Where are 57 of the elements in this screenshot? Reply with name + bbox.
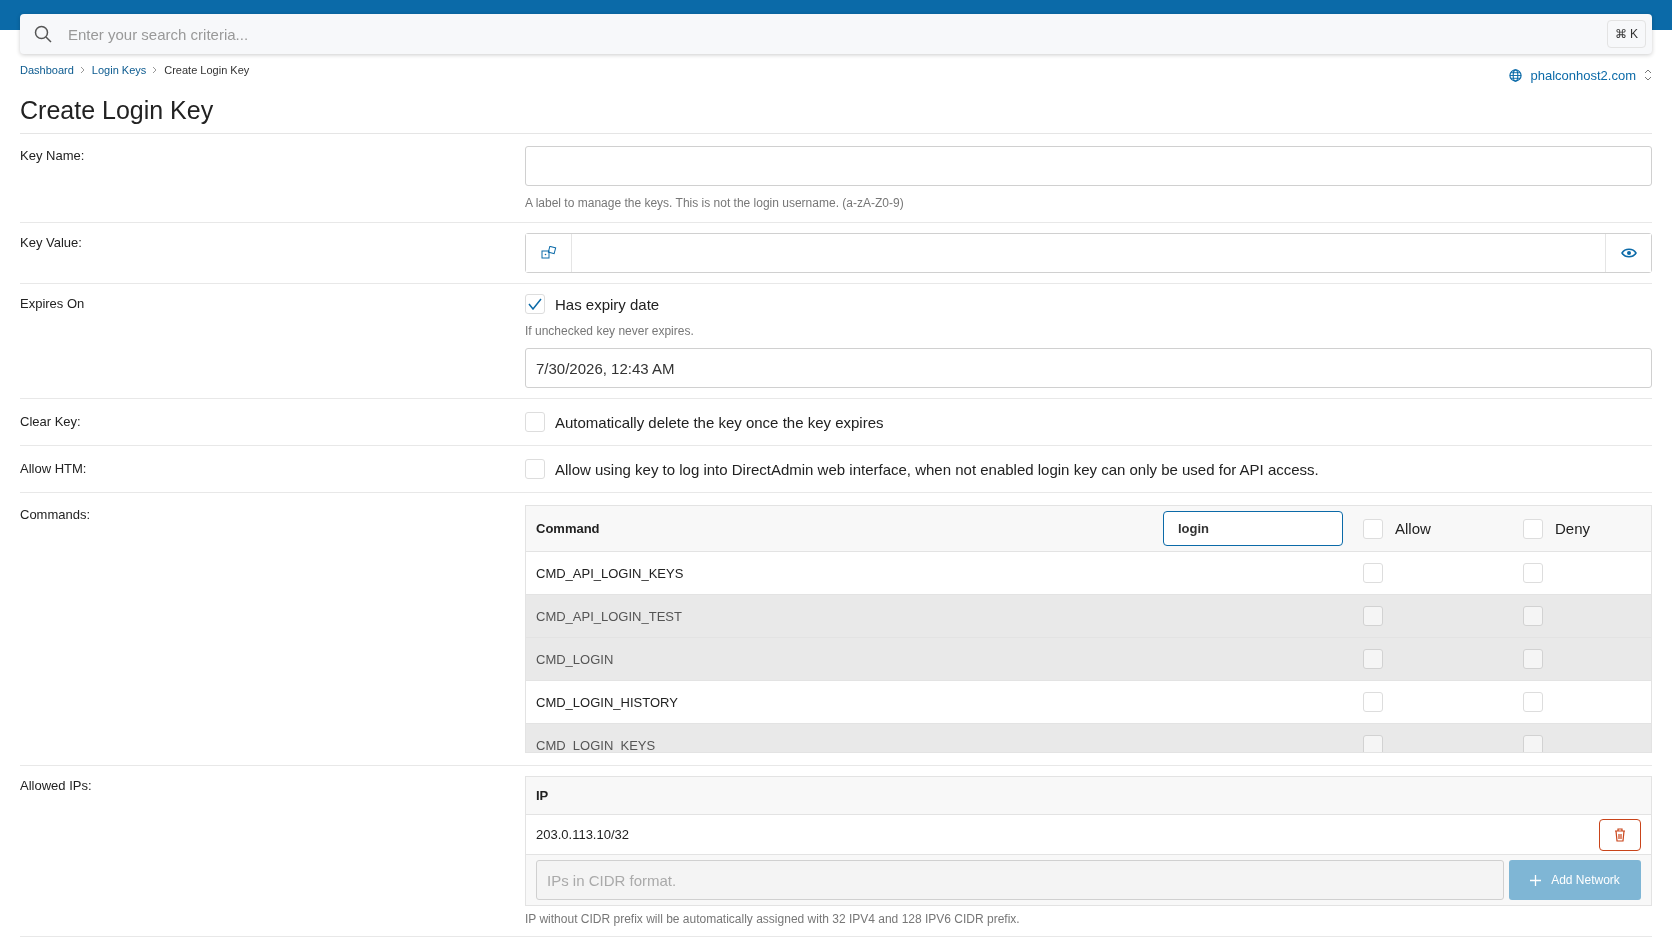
field-label: Commands: — [20, 506, 92, 522]
field-hint: A label to manage the keys. This is not the login username. (a-zA-Z0-9) — [525, 196, 905, 210]
search-field[interactable]: Enter your search criteria... ⌘ K — [20, 14, 1652, 54]
checkbox[interactable] — [1523, 563, 1543, 583]
checkbox-label: Automatically delete the key once the key expires — [555, 413, 884, 431]
column-header: Deny — [1555, 520, 1591, 537]
table-cell-text: CMD_API_LOGIN_KEYS — [536, 565, 685, 581]
key-name-input[interactable] — [525, 146, 1652, 186]
breadcrumb-link[interactable]: Dashboard — [20, 64, 74, 76]
cidr-input[interactable]: IPs in CIDR format. — [536, 860, 1504, 900]
column-header: Command — [536, 521, 601, 536]
page-title: Create Login Key — [20, 90, 1652, 134]
plus-icon — [1530, 874, 1542, 886]
field-label: Allow HTM: — [20, 460, 88, 476]
field-label: Key Name: — [20, 147, 86, 163]
shortcut-key: ⌘ K — [1606, 20, 1646, 48]
dice-icon — [540, 246, 557, 260]
search-icon — [34, 25, 52, 43]
checkbox-label: Has expiry date — [555, 295, 660, 313]
chevron-icon — [152, 66, 159, 74]
table-cell-text: CMD_LOGIN_KEYS — [536, 737, 657, 752]
field-label: Allowed IPs: — [20, 777, 93, 793]
show-button[interactable] — [1605, 234, 1651, 272]
column-header: Allow — [1395, 520, 1431, 537]
sort-icon — [1644, 69, 1652, 81]
checkbox[interactable] — [1523, 518, 1543, 539]
column-header: IP — [536, 788, 549, 803]
checkbox-label: Allow using key to log into DirectAdmin web interface, when not enabled login key can only be used for API access. — [555, 460, 1319, 478]
date-input[interactable]: 7/30/2026, 12:43 AM — [525, 348, 1652, 388]
table-cell-text: CMD_API_LOGIN_TEST — [536, 608, 683, 624]
field-hint: If unchecked key never expires. — [525, 324, 695, 338]
table-cell: 203.0.113.10/32 — [536, 827, 629, 842]
table-cell-text: CMD_LOGIN — [536, 651, 615, 667]
checkbox[interactable] — [1363, 518, 1383, 539]
field-hint: IP without CIDR prefix will be automatically assigned with 32 IPV4 and 128 IPV6 CIDR prefix. — [525, 912, 1021, 926]
checkbox[interactable] — [1363, 692, 1383, 712]
dice-button[interactable] — [526, 234, 572, 272]
trash-icon — [1614, 827, 1626, 842]
field-label: Expires On — [20, 295, 86, 311]
breadcrumb-link[interactable]: Login Keys — [91, 64, 147, 76]
delete-button[interactable] — [1599, 818, 1641, 851]
breadcrumb-current: Create Login Key — [164, 64, 250, 76]
chevron-icon — [79, 66, 86, 74]
globe-icon — [1509, 68, 1523, 82]
checkbox[interactable] — [1363, 563, 1383, 583]
checkbox[interactable] — [525, 459, 545, 479]
key-value-field[interactable] — [525, 233, 1652, 273]
search-input[interactable]: Enter your search criteria... — [66, 24, 1593, 44]
checkbox[interactable] — [525, 412, 545, 432]
filter-input[interactable]: login — [1163, 511, 1343, 546]
eye-icon — [1620, 247, 1637, 259]
checkbox[interactable] — [525, 294, 545, 314]
table-cell-text: CMD_LOGIN_HISTORY — [536, 694, 679, 710]
field-label: Key Value: — [20, 234, 83, 250]
field-label: Clear Key: — [20, 413, 82, 429]
checkbox[interactable] — [1523, 692, 1543, 712]
domain-selector[interactable]: phalconhost2.com — [1530, 67, 1636, 83]
